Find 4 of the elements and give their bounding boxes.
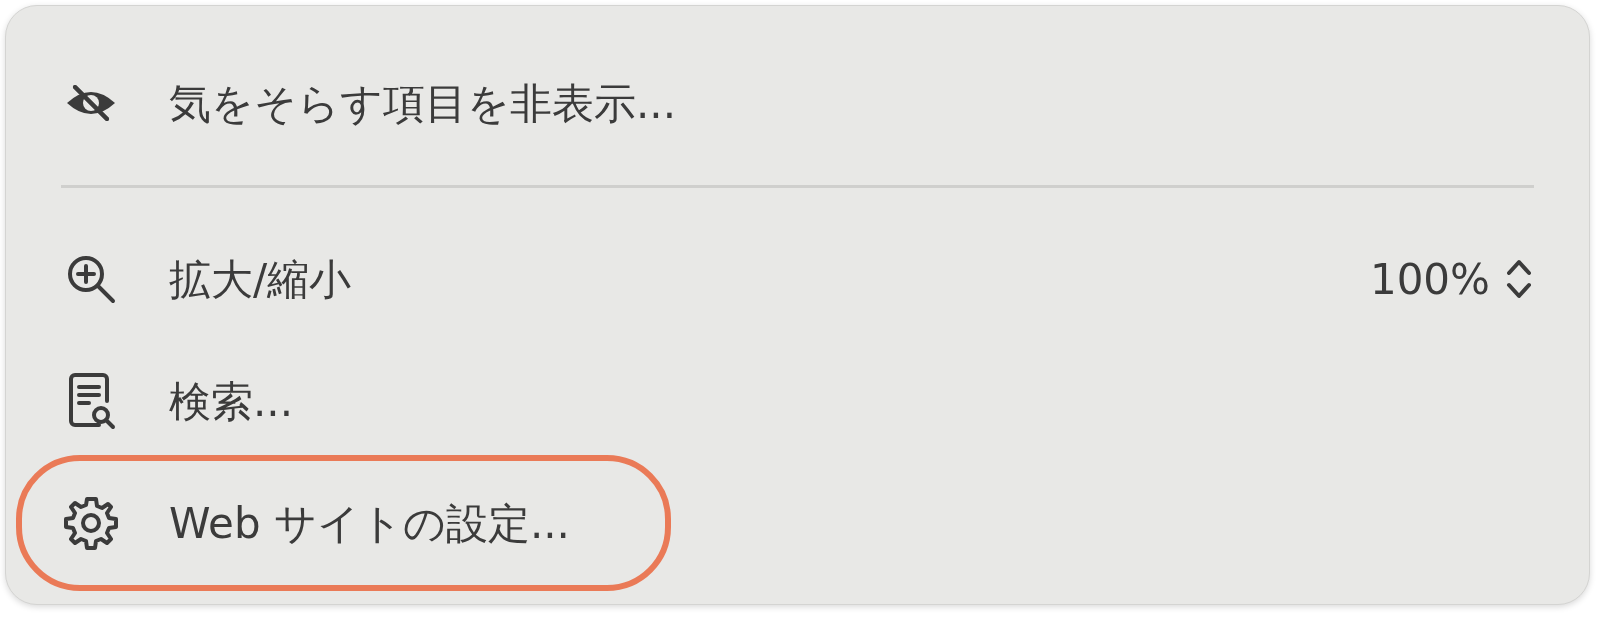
menu-item[interactable]: 気をそらす項目を非表示... <box>61 45 1534 161</box>
zoom-value: 100% <box>1369 253 1490 306</box>
menu-item[interactable]: 拡大/縮小 100% <box>61 221 1534 337</box>
menu-item[interactable]: Web サイトの設定... <box>16 455 671 591</box>
